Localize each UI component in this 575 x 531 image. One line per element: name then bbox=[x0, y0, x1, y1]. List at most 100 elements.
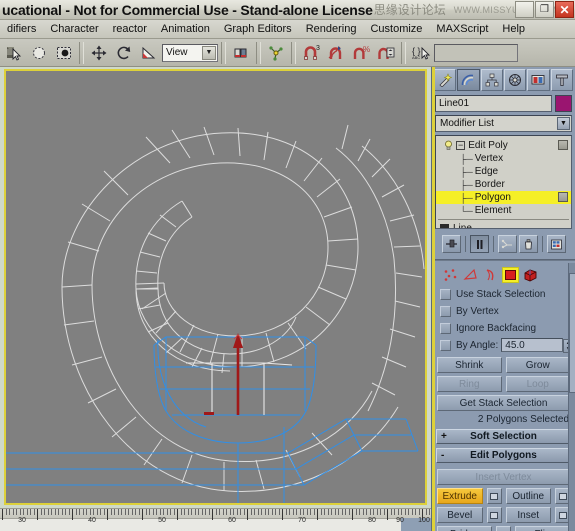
bridge-settings-button[interactable] bbox=[496, 526, 511, 531]
coordinate-system-select[interactable]: View ▼ bbox=[162, 43, 218, 62]
edge-subobject-button[interactable] bbox=[462, 267, 479, 283]
toolbar-separator-3 bbox=[256, 41, 261, 64]
soft-selection-rollout[interactable]: + Soft Selection bbox=[436, 429, 571, 444]
shrink-button[interactable]: Shrink bbox=[437, 357, 502, 373]
make-unique-button[interactable] bbox=[497, 235, 517, 253]
select-region-button[interactable] bbox=[52, 41, 76, 65]
vertex-subobject-button[interactable] bbox=[442, 267, 459, 283]
bridge-button[interactable]: Bridge bbox=[437, 526, 492, 531]
stack-item-element[interactable]: └─ Element bbox=[436, 204, 571, 217]
restore-button[interactable]: ❐ bbox=[535, 1, 554, 18]
insert-vertex-button[interactable]: Insert Vertex bbox=[437, 469, 570, 485]
stack-item-vertex[interactable]: ├─ Vertex bbox=[436, 152, 571, 165]
hierarchy-tab[interactable] bbox=[480, 69, 503, 91]
edit-polygons-rollout[interactable]: - Edit Polygons bbox=[436, 448, 571, 463]
modifier-stack[interactable]: − Edit Poly ├─ Vertex ├─ Edge ├─ Border … bbox=[435, 135, 572, 229]
menu-item-maxscript[interactable]: MAXScript bbox=[429, 21, 495, 37]
bevel-settings-button[interactable] bbox=[486, 507, 502, 523]
stack-item-edge[interactable]: ├─ Edge bbox=[436, 165, 571, 178]
stack-item-line[interactable]: Line bbox=[436, 222, 571, 228]
stack-item-checkbox[interactable] bbox=[558, 140, 568, 150]
configure-modifier-sets-button[interactable] bbox=[546, 235, 566, 253]
flip-button[interactable]: Flip bbox=[515, 526, 570, 531]
chevron-down-icon[interactable]: ▼ bbox=[202, 45, 216, 60]
inset-button[interactable]: Inset bbox=[505, 507, 551, 523]
svg-text:ABC: ABC bbox=[412, 55, 420, 60]
angle-snap-toggle-button[interactable] bbox=[324, 41, 348, 65]
utilities-tab[interactable] bbox=[550, 69, 573, 91]
select-and-rotate-button[interactable] bbox=[112, 41, 136, 65]
ruler-bar[interactable]: 30 40 50 60 70 80 90 100 bbox=[0, 508, 431, 531]
menu-item-reactor[interactable]: reactor bbox=[106, 21, 154, 37]
percent-snap-toggle-button[interactable]: % bbox=[349, 41, 373, 65]
use-pivot-point-center-button[interactable] bbox=[229, 41, 253, 65]
ignore-backfacing-row[interactable]: Ignore Backfacing bbox=[440, 321, 575, 335]
tree-line-icon: ├─ bbox=[460, 153, 473, 164]
show-end-result-button[interactable] bbox=[469, 235, 489, 253]
border-subobject-button[interactable] bbox=[482, 267, 499, 283]
named-selection-sets-button[interactable]: { } ABC bbox=[409, 41, 433, 65]
outline-button[interactable]: Outline bbox=[505, 488, 551, 504]
stack-item-label: Edit Poly bbox=[468, 140, 508, 151]
select-and-scale-button[interactable] bbox=[137, 41, 161, 65]
modifier-list-select[interactable]: Modifier List ▼ bbox=[435, 115, 572, 132]
minimize-icon bbox=[516, 2, 533, 17]
lightbulb-icon[interactable] bbox=[443, 140, 454, 151]
display-tab[interactable] bbox=[527, 69, 550, 91]
select-and-manipulate-button[interactable] bbox=[264, 41, 288, 65]
remove-modifier-button[interactable] bbox=[518, 235, 538, 253]
use-stack-selection-checkbox[interactable] bbox=[440, 288, 451, 300]
menu-item-animation[interactable]: Animation bbox=[154, 21, 217, 37]
use-stack-selection-row[interactable]: Use Stack Selection bbox=[440, 287, 575, 301]
object-name-field[interactable]: Line01 bbox=[435, 95, 552, 112]
menu-item-character[interactable]: Character bbox=[43, 21, 105, 37]
menu-bar: difiers Character reactor Animation Grap… bbox=[0, 20, 575, 39]
object-color-swatch[interactable] bbox=[555, 95, 572, 112]
named-selection-set-field[interactable] bbox=[434, 43, 518, 62]
close-button[interactable]: ✕ bbox=[555, 1, 574, 18]
wand-icon bbox=[439, 73, 453, 87]
pin-stack-button[interactable] bbox=[441, 235, 461, 253]
ruler-label: 70 bbox=[298, 517, 306, 524]
snaps-toggle-button[interactable]: 3 bbox=[299, 41, 323, 65]
extrude-button[interactable]: Extrude bbox=[437, 488, 483, 504]
scrollbar-thumb[interactable] bbox=[569, 273, 575, 393]
by-angle-row[interactable]: By Angle: 45.0 ▲▼ bbox=[440, 338, 575, 353]
spinner-snap-toggle-button[interactable] bbox=[374, 41, 398, 65]
chevron-down-icon[interactable]: ▼ bbox=[557, 117, 570, 130]
ring-button[interactable]: Ring bbox=[437, 376, 502, 392]
stack-expander-icon[interactable]: − bbox=[456, 141, 466, 150]
by-angle-checkbox[interactable] bbox=[440, 339, 451, 351]
stack-item-edit-poly[interactable]: − Edit Poly bbox=[436, 139, 571, 152]
select-and-move-button[interactable] bbox=[87, 41, 111, 65]
minimize-button[interactable] bbox=[515, 1, 534, 18]
stack-item-polygon[interactable]: ├─ Polygon bbox=[436, 191, 571, 204]
stack-item-checkbox[interactable] bbox=[558, 192, 568, 202]
by-vertex-checkbox[interactable] bbox=[440, 305, 451, 317]
command-panel-scrollbar[interactable] bbox=[568, 263, 575, 531]
menu-item-graph-editors[interactable]: Graph Editors bbox=[217, 21, 299, 37]
menu-item-modifiers[interactable]: difiers bbox=[0, 21, 43, 37]
ignore-backfacing-checkbox[interactable] bbox=[440, 322, 451, 334]
element-subobject-button[interactable] bbox=[522, 267, 539, 283]
motion-tab[interactable] bbox=[503, 69, 527, 91]
stack-item-border[interactable]: ├─ Border bbox=[436, 178, 571, 191]
modify-tab[interactable] bbox=[457, 69, 480, 91]
bevel-button[interactable]: Bevel bbox=[437, 507, 483, 523]
menu-item-rendering[interactable]: Rendering bbox=[299, 21, 364, 37]
menu-item-help[interactable]: Help bbox=[495, 21, 532, 37]
by-vertex-row[interactable]: By Vertex bbox=[440, 304, 575, 318]
get-stack-selection-button[interactable]: Get Stack Selection bbox=[437, 395, 570, 411]
by-angle-field[interactable]: 45.0 ▲▼ bbox=[501, 338, 574, 353]
polygon-subobject-button[interactable] bbox=[502, 267, 519, 283]
menu-item-customize[interactable]: Customize bbox=[363, 21, 429, 37]
select-by-name-button[interactable] bbox=[27, 41, 51, 65]
loop-button[interactable]: Loop bbox=[505, 376, 570, 392]
grow-button[interactable]: Grow bbox=[505, 357, 570, 373]
extrude-settings-button[interactable] bbox=[486, 488, 502, 504]
create-tab[interactable] bbox=[434, 69, 457, 91]
restore-icon: ❐ bbox=[540, 3, 549, 15]
select-object-button[interactable] bbox=[2, 41, 26, 65]
ring-loop-row: Ring Loop bbox=[437, 376, 570, 392]
perspective-viewport[interactable] bbox=[4, 69, 427, 505]
